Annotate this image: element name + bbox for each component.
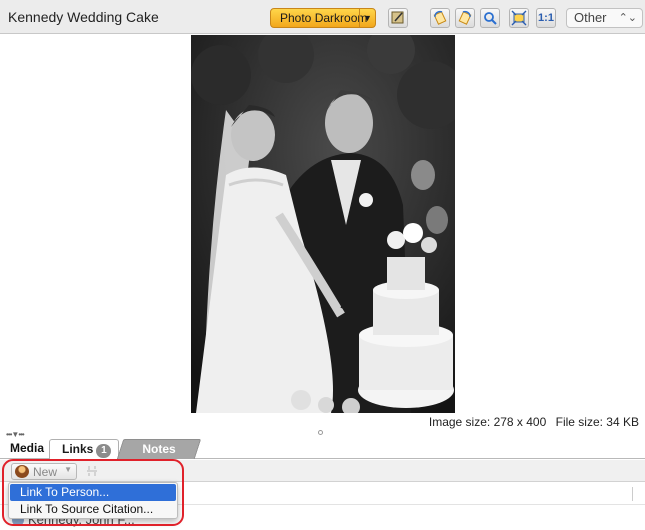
view-mode-select[interactable]: Other ⌃⌄ xyxy=(566,8,643,28)
chevron-down-icon[interactable]: ▼ xyxy=(359,9,375,27)
file-size-text: File size: 34 KB xyxy=(555,415,639,429)
rotate-right-icon[interactable] xyxy=(455,8,475,28)
view-mode-value: Other xyxy=(574,10,607,25)
zoom-icon[interactable] xyxy=(480,8,500,28)
image-size-text: Image size: 278 x 400 xyxy=(428,415,547,429)
rotate-left-icon[interactable] xyxy=(430,8,450,28)
column-divider[interactable] xyxy=(632,487,633,501)
fit-window-icon[interactable] xyxy=(509,8,529,28)
wedding-photo xyxy=(191,35,455,413)
highlight-annotation xyxy=(2,459,184,526)
tab-links-label: Links xyxy=(62,442,94,456)
tab-links[interactable]: Links 1 xyxy=(49,439,119,460)
detail-tabs: Media Links 1 Notes xyxy=(0,437,645,460)
photo-viewer xyxy=(0,35,645,413)
pane-splitter[interactable]: •••▼••• xyxy=(0,430,645,439)
actual-size-button[interactable]: 1:1 xyxy=(536,8,556,28)
edit-photo-icon[interactable] xyxy=(388,8,408,28)
tab-notes-label: Notes xyxy=(142,442,176,456)
splitter-knob-icon[interactable] xyxy=(318,430,323,435)
links-count-badge: 1 xyxy=(96,444,112,458)
media-title: Kennedy Wedding Cake xyxy=(8,9,159,25)
media-header-bar: Kennedy Wedding Cake Photo Darkroom ▼ 1:… xyxy=(0,0,645,34)
photo-darkroom-button[interactable]: Photo Darkroom ▼ xyxy=(270,8,376,28)
up-down-chevron-icon: ⌃⌄ xyxy=(618,12,637,24)
photo-darkroom-label: Photo Darkroom xyxy=(280,11,368,25)
image-info: Image size: 278 x 400 File size: 34 KB xyxy=(429,415,639,429)
tab-notes[interactable]: Notes xyxy=(116,439,202,459)
tab-media[interactable]: Media xyxy=(10,441,44,455)
